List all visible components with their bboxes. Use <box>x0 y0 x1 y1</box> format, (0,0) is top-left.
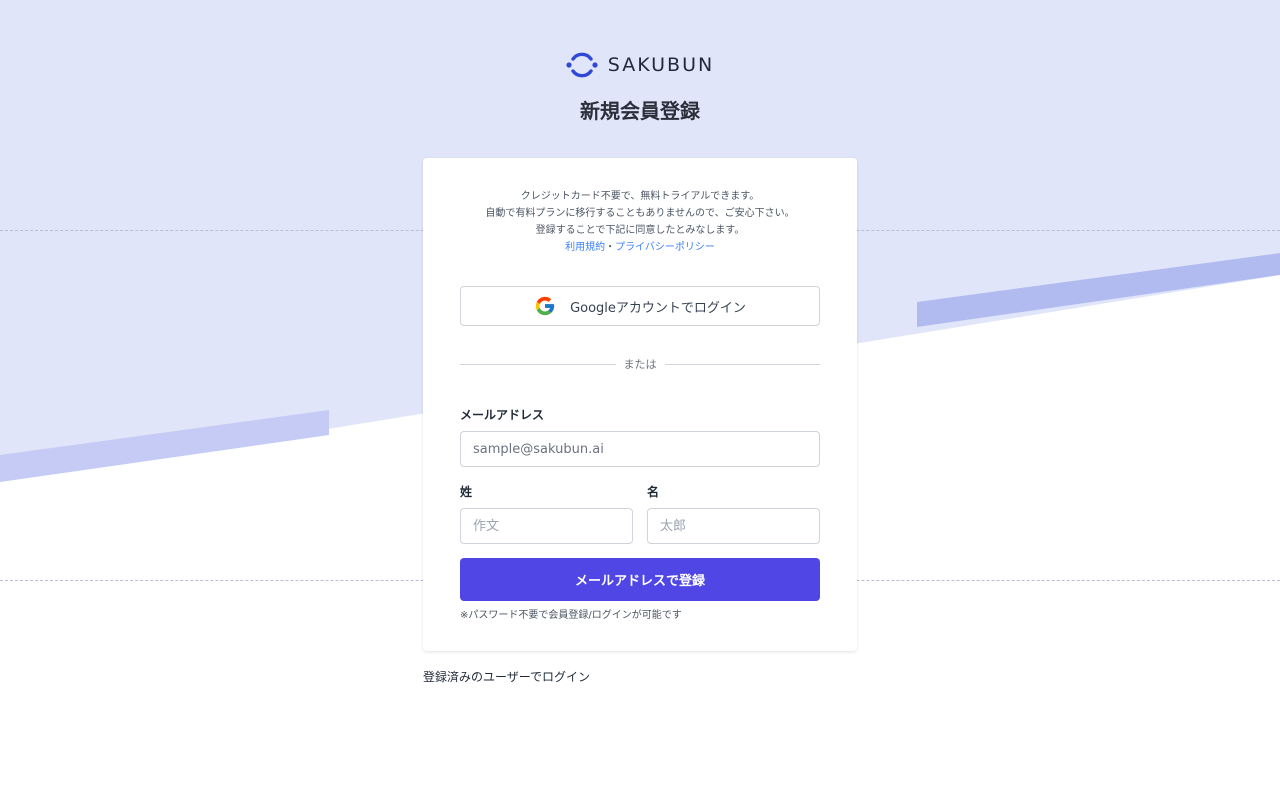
policy-links: 利用規約・プライバシーポリシー <box>423 239 857 256</box>
notice-line-3: 登録することで下記に同意したとみなします。 <box>535 225 745 236</box>
first-name-label: 名 <box>647 485 660 499</box>
google-icon <box>535 296 555 316</box>
link-separator: ・ <box>605 242 616 253</box>
or-divider: または <box>460 356 820 372</box>
divider-text: または <box>623 358 657 371</box>
first-name-input[interactable] <box>647 508 820 544</box>
google-login-button[interactable]: Googleアカウントでログイン <box>460 286 820 326</box>
last-name-label: 姓 <box>460 485 473 499</box>
email-label: メールアドレス <box>460 408 545 422</box>
passwordless-hint: ※パスワード不要で会員登録/ログインが可能です <box>460 610 682 621</box>
brand-header: SAKUBUN <box>0 50 1280 80</box>
sakubun-logo-icon <box>566 52 598 78</box>
brand-name: SAKUBUN <box>607 54 715 76</box>
divider-line-left <box>460 363 616 365</box>
notice-line-1: クレジットカード不要で、無料トライアルできます。 <box>520 191 760 202</box>
page-title: 新規会員登録 <box>580 99 700 123</box>
google-login-label: Googleアカウントでログイン <box>570 300 746 316</box>
email-register-button[interactable]: メールアドレスで登録 <box>460 558 820 601</box>
email-input[interactable] <box>460 431 820 467</box>
notice-line-2: 自動で有料プランに移行することもありませんので、ご安心下さい。 <box>485 208 795 219</box>
signup-card: クレジットカード不要で、無料トライアルできます。 自動で有料プランに移行すること… <box>423 158 857 651</box>
last-name-input[interactable] <box>460 508 633 544</box>
terms-link[interactable]: 利用規約 <box>565 242 605 253</box>
trial-notice: クレジットカード不要で、無料トライアルできます。 自動で有料プランに移行すること… <box>423 188 857 256</box>
existing-user-login-link[interactable]: 登録済みのユーザーでログイン <box>423 668 590 685</box>
divider-line-right <box>664 363 820 365</box>
privacy-policy-link[interactable]: プライバシーポリシー <box>615 242 715 253</box>
signup-page: SAKUBUN 新規会員登録 クレジットカード不要で、無料トライアルできます。 … <box>0 0 1280 806</box>
